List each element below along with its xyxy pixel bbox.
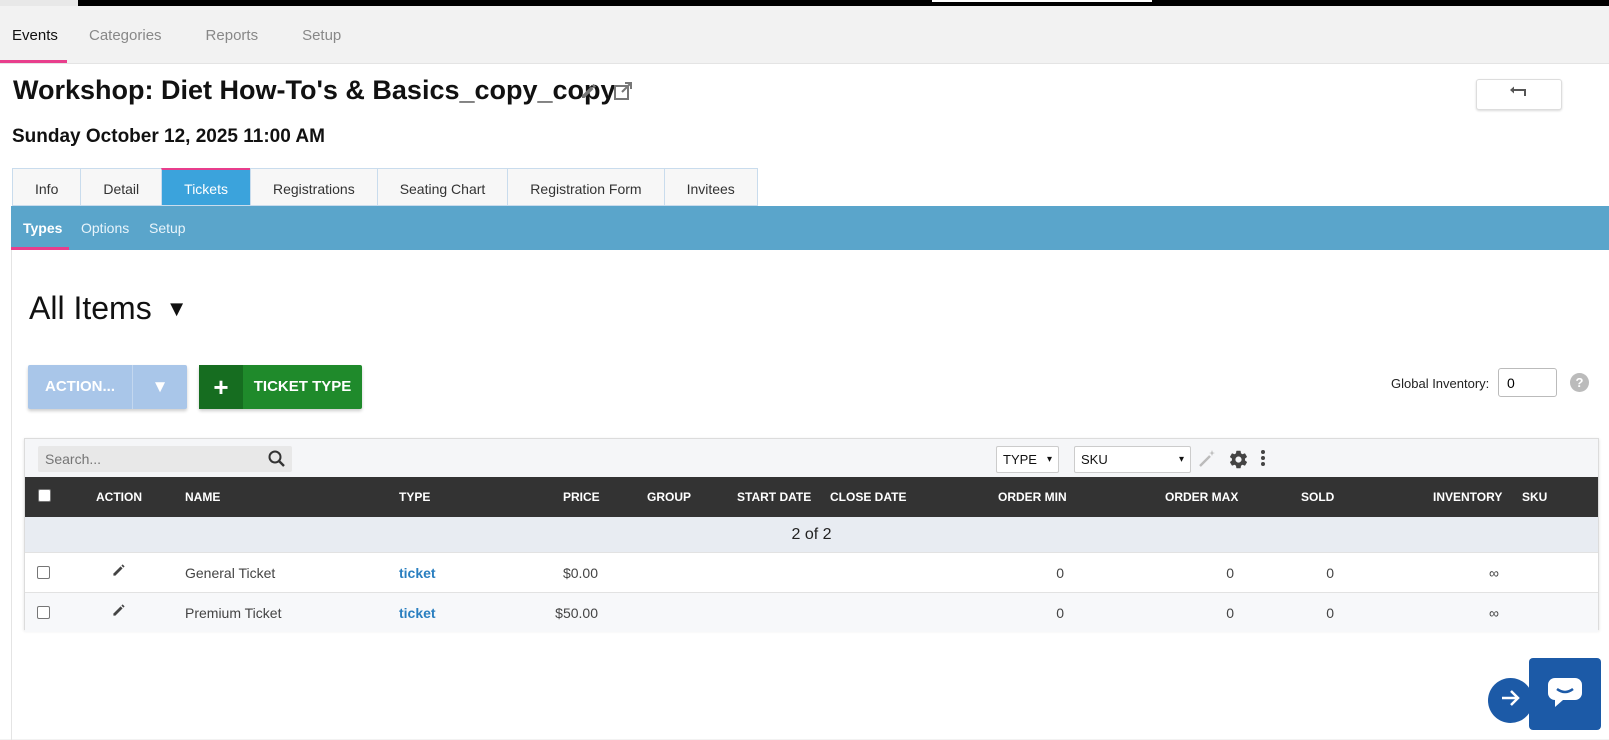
header-type[interactable]: TYPE [399, 477, 430, 517]
content-border [11, 250, 12, 740]
search-icon[interactable] [267, 449, 286, 473]
main-nav-reports[interactable]: Reports [184, 6, 281, 63]
grid-header: ACTION NAME TYPE PRICE GROUP START DATE … [25, 477, 1598, 517]
action-button-label: ACTION... [28, 365, 133, 409]
row-checkbox[interactable] [37, 566, 50, 579]
sku-filter-value: SKU [1081, 452, 1108, 467]
header-start-date[interactable]: START DATE [737, 477, 811, 517]
grid-toolbar: TYPE ▾ SKU ▾ [25, 439, 1598, 477]
subtab-bar: Types Options Setup [11, 206, 1609, 250]
record-count: 2 of 2 [25, 517, 1598, 552]
header-action: ACTION [96, 490, 142, 504]
subtab-active-underline [11, 247, 69, 250]
cell-inventory: ∞ [1489, 605, 1499, 621]
tab-registration-form[interactable]: Registration Form [507, 168, 664, 206]
cell-sold: 0 [1326, 565, 1334, 581]
cell-type-link[interactable]: ticket [399, 593, 436, 633]
pencil-icon[interactable] [576, 78, 602, 104]
global-inventory-input[interactable] [1498, 368, 1557, 397]
add-ticket-type-button[interactable]: + TICKET TYPE [199, 365, 362, 409]
header-order-min[interactable]: ORDER MIN [998, 477, 1067, 517]
header-sold[interactable]: SOLD [1301, 477, 1334, 517]
cell-order-max: 0 [1226, 565, 1234, 581]
caret-down-icon: ▼ [165, 295, 188, 321]
add-ticket-type-label: TICKET TYPE [253, 378, 352, 395]
table-row: General Ticket ticket $0.00 0 0 0 ∞ [25, 552, 1598, 592]
header-name[interactable]: NAME [185, 477, 220, 517]
search-input[interactable] [38, 446, 258, 472]
tab-info[interactable]: Info [12, 168, 81, 206]
event-datetime: Sunday October 12, 2025 11:00 AM [12, 126, 325, 147]
cell-order-max: 0 [1226, 605, 1234, 621]
external-link-icon[interactable] [610, 78, 636, 104]
cell-order-min: 0 [1056, 605, 1064, 621]
global-inventory-label: Global Inventory: [1391, 376, 1490, 391]
main-nav-setup[interactable]: Setup [280, 6, 363, 63]
tab-registrations[interactable]: Registrations [249, 168, 377, 206]
header-sku[interactable]: SKU [1522, 477, 1547, 517]
header-inventory[interactable]: INVENTORY [1433, 477, 1502, 517]
cell-type-link[interactable]: ticket [399, 553, 436, 593]
pencil-icon[interactable] [111, 593, 127, 633]
help-icon[interactable]: ? [1570, 373, 1589, 392]
top-strip-bar [932, 0, 1152, 2]
cell-price: $0.00 [562, 565, 598, 581]
cell-order-min: 0 [1056, 565, 1064, 581]
cell-name: General Ticket [185, 565, 276, 581]
ticket-types-grid: TYPE ▾ SKU ▾ ACTION NAME TYPE PRICE GR [24, 438, 1599, 632]
main-nav: Events Categories Reports Setup [0, 6, 363, 63]
tab-seating-chart[interactable]: Seating Chart [376, 168, 508, 206]
chevron-down-icon: ▾ [1178, 454, 1184, 465]
arrow-right-icon [1500, 688, 1522, 713]
pencil-icon[interactable] [111, 553, 127, 593]
chat-bubble-icon [1546, 676, 1584, 713]
row-checkbox[interactable] [37, 606, 50, 619]
table-row: Premium Ticket ticket $50.00 0 0 0 ∞ [25, 592, 1598, 632]
main-nav-categories[interactable]: Categories [67, 6, 184, 63]
header-close-date[interactable]: CLOSE DATE [830, 477, 906, 517]
kebab-menu-icon[interactable] [1260, 449, 1266, 472]
subtab-options[interactable]: Options [81, 206, 129, 250]
cell-sold: 0 [1326, 605, 1334, 621]
event-tabs: Info Detail Tickets Registrations Seatin… [12, 168, 758, 206]
title-actions [576, 78, 636, 104]
event-title: Workshop: Diet How-To's & Basics_copy_co… [13, 75, 616, 105]
gear-icon[interactable] [1228, 449, 1249, 475]
tab-invitees[interactable]: Invitees [663, 168, 758, 206]
type-filter-select[interactable]: TYPE ▾ [996, 446, 1059, 473]
select-all-checkbox[interactable] [38, 489, 51, 502]
tab-detail[interactable]: Detail [80, 168, 162, 206]
triangle-down-icon[interactable]: ▼ [133, 365, 187, 409]
header-order-max[interactable]: ORDER MAX [1165, 477, 1238, 517]
plus-icon: + [199, 365, 243, 409]
search-box [38, 446, 292, 472]
cell-inventory: ∞ [1489, 565, 1499, 581]
main-nav-events[interactable]: Events [0, 6, 67, 63]
chevron-down-icon: ▾ [1046, 454, 1052, 465]
cell-name: Premium Ticket [185, 605, 282, 621]
chat-button[interactable] [1529, 658, 1601, 730]
back-button[interactable] [1476, 79, 1562, 110]
cell-price: $50.00 [555, 605, 598, 621]
magic-wand-icon[interactable] [1198, 449, 1217, 473]
tab-tickets[interactable]: Tickets [161, 168, 250, 206]
event-panel: Workshop: Diet How-To's & Basics_copy_co… [0, 63, 1609, 740]
header-price[interactable]: PRICE [563, 477, 600, 517]
type-filter-value: TYPE [1003, 452, 1037, 467]
sku-filter-select[interactable]: SKU ▾ [1074, 446, 1191, 473]
view-selector[interactable]: All Items ▼ [29, 290, 187, 327]
subtab-setup[interactable]: Setup [149, 206, 186, 250]
header-group[interactable]: GROUP [647, 477, 691, 517]
view-title: All Items [29, 290, 152, 326]
return-arrow-icon [1509, 85, 1529, 104]
action-dropdown-button[interactable]: ACTION... ▼ [28, 365, 187, 409]
subtab-types[interactable]: Types [23, 206, 62, 250]
next-arrow-button[interactable] [1488, 678, 1533, 723]
